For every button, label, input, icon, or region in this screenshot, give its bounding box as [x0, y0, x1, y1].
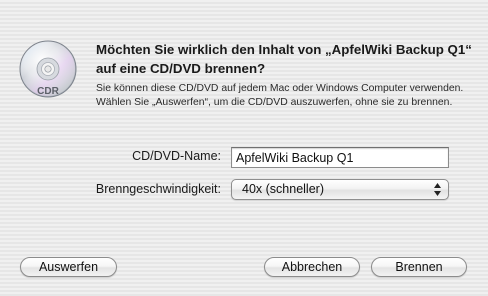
- eject-button[interactable]: Auswerfen: [20, 257, 117, 277]
- cancel-button[interactable]: Abbrechen: [264, 257, 360, 277]
- cd-r-disc-icon: CDR: [19, 40, 77, 98]
- burn-speed-value: 40x (schneller): [242, 182, 324, 196]
- burn-speed-select[interactable]: 40x (schneller): [231, 179, 449, 200]
- disc-name-label: CD/DVD-Name:: [132, 149, 221, 163]
- disc-name-input[interactable]: [231, 147, 449, 168]
- dialog-title: Möchten Sie wirklich den Inhalt von „Apf…: [96, 42, 472, 76]
- burn-button[interactable]: Brennen: [371, 257, 467, 277]
- up-down-stepper-icon: [434, 183, 441, 196]
- burn-disc-dialog: CDR Möchten Sie wirklich den Inhalt von …: [0, 0, 488, 296]
- cd-r-label: CDR: [37, 86, 59, 97]
- dialog-message: Sie können diese CD/DVD auf jedem Mac od…: [96, 83, 464, 108]
- burn-speed-label: Brenngeschwindigkeit:: [95, 182, 221, 196]
